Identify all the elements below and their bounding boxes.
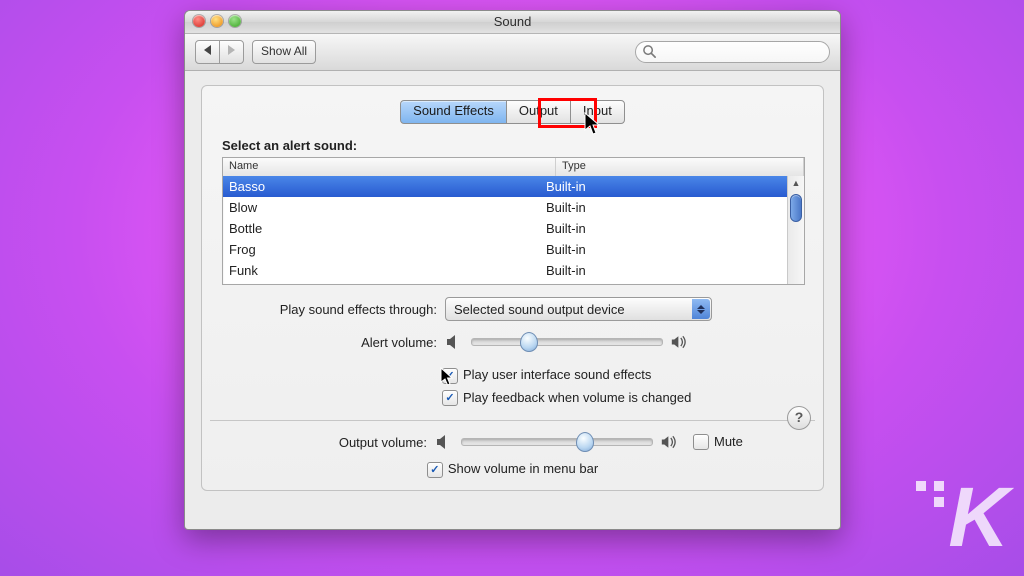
alert-volume-slider[interactable] bbox=[471, 338, 663, 346]
table-row[interactable]: FunkBuilt-in bbox=[223, 260, 788, 281]
table-row[interactable]: FrogBuilt-in bbox=[223, 239, 788, 260]
zoom-button[interactable] bbox=[229, 15, 241, 27]
output-volume-slider[interactable] bbox=[461, 438, 653, 446]
volume-low-icon bbox=[445, 333, 463, 351]
alert-sound-table[interactable]: Name Type BassoBuilt-in BlowBuilt-in Bot… bbox=[222, 157, 805, 285]
back-button[interactable] bbox=[195, 40, 220, 64]
chevron-right-icon bbox=[228, 45, 235, 55]
tab-output[interactable]: Output bbox=[506, 100, 571, 124]
feedback-checkbox[interactable] bbox=[442, 390, 458, 406]
effects-through-popup[interactable]: Selected sound output device bbox=[445, 297, 712, 321]
sound-effects-panel: Sound Effects Output Input Select an ale… bbox=[201, 85, 824, 491]
search-input[interactable] bbox=[635, 41, 830, 63]
mute-label: Mute bbox=[714, 434, 743, 449]
sound-preferences-window: Sound Show All Sound Effects Output Inpu… bbox=[184, 10, 841, 530]
table-row[interactable]: BassoBuilt-in bbox=[223, 176, 788, 197]
watermark-logo: K bbox=[948, 469, 1006, 566]
scroll-thumb[interactable] bbox=[790, 194, 802, 222]
alert-volume-label: Alert volume: bbox=[202, 335, 437, 350]
popup-arrows-icon bbox=[692, 299, 710, 319]
show-all-button[interactable]: Show All bbox=[252, 40, 316, 64]
col-type[interactable]: Type bbox=[556, 158, 804, 176]
close-button[interactable] bbox=[193, 15, 205, 27]
feedback-label: Play feedback when volume is changed bbox=[463, 390, 691, 405]
table-header: Name Type bbox=[223, 158, 804, 177]
tabs: Sound Effects Output Input bbox=[400, 100, 625, 124]
tab-sound-effects[interactable]: Sound Effects bbox=[400, 100, 507, 124]
search-icon bbox=[642, 44, 657, 59]
toolbar: Show All bbox=[185, 34, 840, 71]
divider bbox=[210, 420, 815, 421]
tab-input[interactable]: Input bbox=[570, 100, 625, 124]
volume-low-icon bbox=[435, 433, 453, 451]
effects-through-label: Play sound effects through: bbox=[202, 302, 437, 317]
chevron-left-icon bbox=[204, 45, 211, 55]
table-row[interactable]: BottleBuilt-in bbox=[223, 218, 788, 239]
nav-buttons bbox=[195, 40, 244, 64]
volume-high-icon bbox=[671, 333, 689, 351]
titlebar: Sound bbox=[185, 11, 840, 34]
ui-effects-checkbox[interactable] bbox=[442, 368, 458, 384]
minimize-button[interactable] bbox=[211, 15, 223, 27]
output-volume-label: Output volume: bbox=[202, 435, 427, 450]
window-title: Sound bbox=[494, 14, 532, 29]
menu-bar-label: Show volume in menu bar bbox=[448, 461, 598, 476]
help-button[interactable]: ? bbox=[787, 406, 811, 430]
scroll-up-icon[interactable]: ▲ bbox=[790, 178, 802, 190]
mute-checkbox[interactable] bbox=[693, 434, 709, 450]
ui-effects-label: Play user interface sound effects bbox=[463, 367, 651, 382]
col-name[interactable]: Name bbox=[223, 158, 556, 176]
alert-sound-heading: Select an alert sound: bbox=[222, 138, 823, 153]
menu-bar-checkbox[interactable] bbox=[427, 462, 443, 478]
volume-high-icon bbox=[661, 433, 679, 451]
table-row[interactable]: BlowBuilt-in bbox=[223, 197, 788, 218]
scrollbar[interactable]: ▲ bbox=[787, 176, 804, 284]
forward-button[interactable] bbox=[219, 40, 244, 64]
